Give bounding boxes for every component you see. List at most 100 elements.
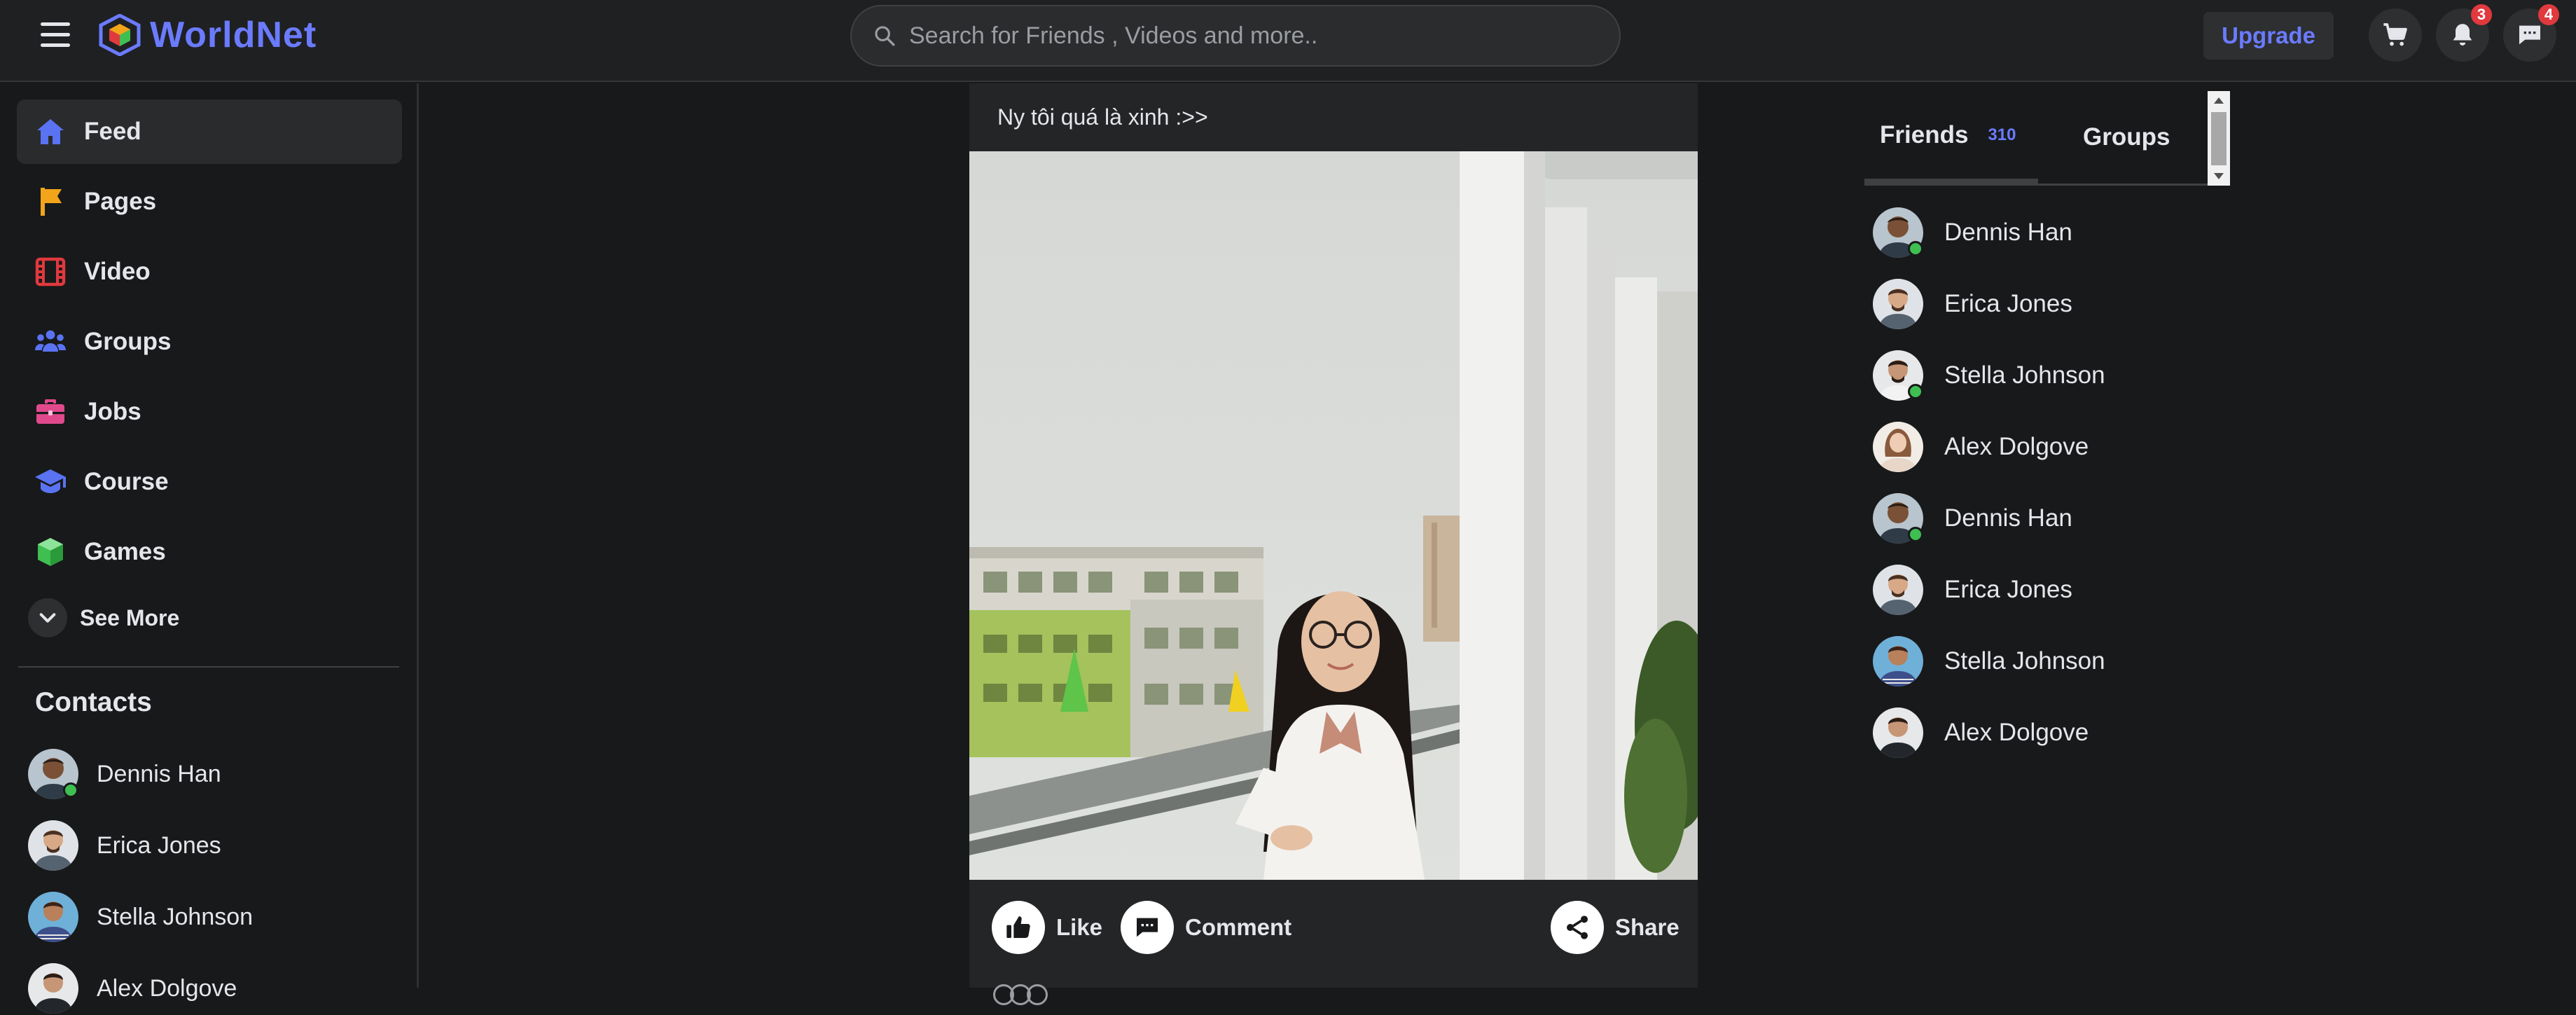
photo-girl-balcony	[969, 151, 1698, 880]
brand-logo[interactable]: WorldNet	[97, 14, 317, 56]
tab-friends-label: Friends	[1880, 120, 1969, 149]
sidebar-item-label: Video	[84, 258, 151, 285]
tabs-scrollbar[interactable]	[2208, 91, 2230, 186]
friend-name: Erica Jones	[1944, 290, 2072, 317]
sidebar-item-course[interactable]: Course	[17, 450, 402, 514]
contact-name: Alex Dolgove	[97, 974, 237, 1002]
friend-name: Erica Jones	[1944, 576, 2072, 603]
sidebar-item-feed[interactable]: Feed	[17, 99, 402, 164]
sidebar-item-label: Games	[84, 538, 166, 565]
contact-item[interactable]: Erica Jones	[28, 819, 221, 872]
avatar	[1873, 422, 1923, 472]
post-photo[interactable]	[969, 151, 1698, 880]
avatar	[1873, 350, 1923, 401]
friend-name: Stella Johnson	[1944, 361, 2105, 389]
contact-name: Stella Johnson	[97, 903, 254, 930]
friends-count: 310	[1988, 125, 2016, 144]
friend-name: Alex Dolgove	[1944, 719, 2089, 746]
friend-name: Alex Dolgove	[1944, 433, 2089, 460]
post-caption: Ny tôi quá là xinh :>>	[997, 104, 1208, 130]
notification-badge: 3	[2471, 4, 2492, 25]
comment-button[interactable]: Comment	[1121, 899, 1292, 955]
sidebar-item-games[interactable]: Games	[17, 520, 402, 584]
message-badge: 4	[2538, 4, 2559, 25]
friend-name: Dennis Han	[1944, 219, 2072, 246]
sidebar-item-label: Pages	[84, 188, 157, 215]
tab-groups[interactable]: Groups	[2083, 91, 2170, 184]
friend-item[interactable]: Stella Johnson	[1873, 635, 2105, 688]
avatar	[28, 892, 78, 942]
friend-name: Dennis Han	[1944, 504, 2072, 532]
upgrade-button[interactable]: Upgrade	[2203, 12, 2334, 60]
online-indicator	[1908, 527, 1923, 542]
cart-button[interactable]	[2369, 8, 2422, 62]
bell-icon	[2453, 24, 2472, 46]
online-indicator	[63, 782, 78, 798]
contacts-heading: Contacts	[35, 687, 152, 717]
comment-icon	[1121, 901, 1174, 954]
avatar	[1873, 565, 1923, 615]
notifications-button[interactable]: 3	[2436, 4, 2492, 62]
thumbs-up-icon	[992, 901, 1045, 954]
friend-item[interactable]: Stella Johnson	[1873, 349, 2105, 402]
home-icon	[37, 119, 64, 144]
scroll-thumb[interactable]	[2211, 112, 2227, 165]
avatar	[28, 749, 78, 799]
menu-icon[interactable]	[41, 22, 70, 48]
reaction-avatars	[993, 984, 1056, 1005]
graduation-cap-icon	[35, 469, 66, 493]
comment-label: Comment	[1185, 914, 1292, 940]
avatar	[1873, 636, 1923, 686]
see-more-button[interactable]: See More	[17, 586, 402, 650]
see-more-label: See More	[80, 605, 180, 630]
people-icon	[35, 330, 66, 352]
share-icon	[1551, 901, 1604, 954]
friend-name: Stella Johnson	[1944, 647, 2105, 675]
cube-icon	[38, 538, 63, 566]
left-sidebar: Feed Pages Video Groups Jobs Course Game…	[0, 83, 419, 1014]
friends-panel: Friends 310 Groups Dennis Han Erica Jone…	[1864, 91, 2230, 862]
contact-name: Dennis Han	[97, 760, 221, 787]
friend-item[interactable]: Alex Dolgove	[1873, 706, 2089, 759]
post-actions-bar: Like Comment Share	[969, 899, 1698, 955]
sidebar-item-label: Groups	[84, 328, 172, 355]
scroll-down-icon[interactable]	[2214, 173, 2224, 179]
like-label: Like	[1056, 914, 1103, 940]
friend-item[interactable]: Dennis Han	[1873, 492, 2072, 545]
briefcase-icon	[36, 399, 64, 424]
feed-post: Ny tôi quá là xinh :>> Like Comment Shar…	[969, 83, 1698, 1005]
sidebar-item-label: Feed	[84, 118, 141, 145]
contact-item[interactable]: Dennis Han	[28, 747, 221, 801]
search-input[interactable]	[909, 22, 1595, 50]
sidebar-item-jobs[interactable]: Jobs	[17, 380, 402, 444]
friend-item[interactable]: Alex Dolgove	[1873, 420, 2089, 474]
avatar	[28, 963, 78, 1014]
share-label: Share	[1615, 914, 1680, 940]
logo-icon	[99, 14, 141, 56]
avatar	[1873, 493, 1923, 544]
scroll-up-icon[interactable]	[2214, 97, 2224, 104]
contact-name: Erica Jones	[97, 831, 221, 859]
flag-icon	[41, 188, 62, 216]
friend-item[interactable]: Erica Jones	[1873, 277, 2072, 331]
online-indicator	[1908, 241, 1923, 256]
friend-item[interactable]: Erica Jones	[1873, 563, 2072, 616]
top-header: WorldNet Upgrade 3 4	[0, 0, 2576, 82]
contact-item[interactable]: Alex Dolgove	[28, 962, 237, 1015]
friend-item[interactable]: Dennis Han	[1873, 206, 2072, 259]
sidebar-item-pages[interactable]: Pages	[17, 170, 402, 234]
tab-friends[interactable]: Friends 310	[1864, 91, 2038, 184]
messages-button[interactable]: 4	[2503, 4, 2559, 62]
sidebar-item-label: Course	[84, 468, 169, 495]
film-icon	[35, 257, 66, 286]
tab-groups-label: Groups	[2083, 123, 2170, 151]
sidebar-divider	[18, 666, 399, 668]
contact-item[interactable]: Stella Johnson	[28, 890, 253, 944]
avatar	[1873, 207, 1923, 258]
sidebar-item-video[interactable]: Video	[17, 240, 402, 304]
share-button[interactable]: Share	[1551, 899, 1680, 955]
like-button[interactable]: Like	[992, 899, 1102, 955]
search-bar[interactable]	[850, 5, 1621, 67]
chevron-down-icon	[28, 598, 67, 637]
sidebar-item-groups[interactable]: Groups	[17, 310, 402, 374]
